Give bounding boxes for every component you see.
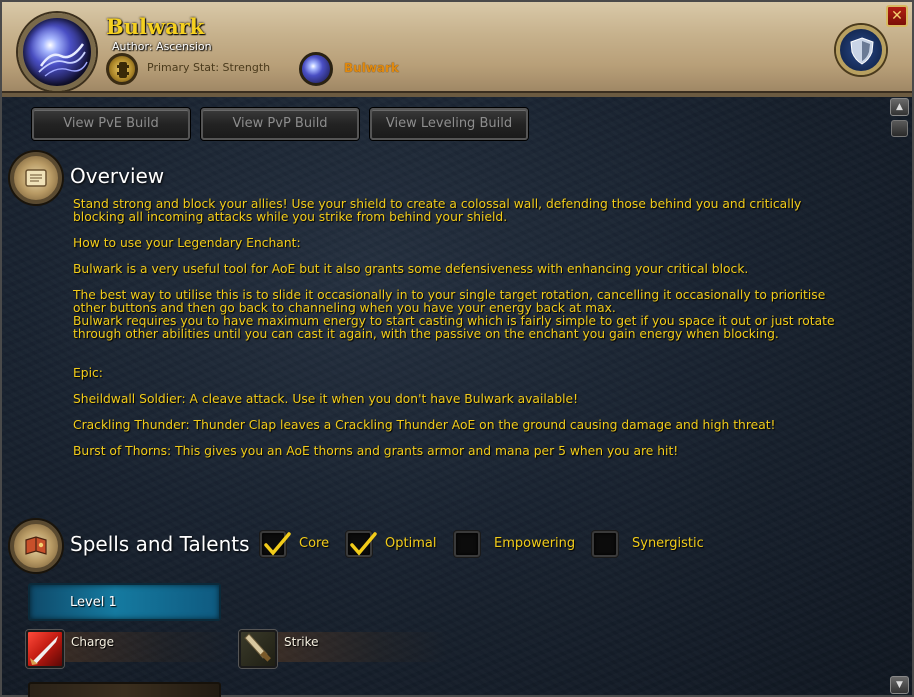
core-filter-label[interactable]: Core (299, 536, 329, 551)
strength-stat-icon (106, 53, 138, 85)
guide-title: Bulwark (106, 14, 205, 39)
overview-paragraph: Stand strong and block your allies! Use … (73, 197, 802, 224)
overview-body: Stand strong and block your allies! Use … (73, 198, 843, 458)
overview-heading: Overview (70, 164, 165, 188)
view-pve-build-button[interactable]: View PvE Build (32, 108, 190, 140)
overview-paragraph: Bulwark requires you to have maximum ene… (73, 314, 835, 341)
close-button[interactable]: ✕ (886, 5, 908, 27)
empowering-filter-checkbox[interactable] (454, 531, 480, 557)
bulwark-talent-icon[interactable] (299, 52, 333, 86)
overview-paragraph: Crackling Thunder: Thunder Clap leaves a… (73, 418, 776, 432)
strike-icon[interactable] (239, 630, 277, 668)
view-pvp-build-button[interactable]: View PvP Build (201, 108, 359, 140)
charge-label[interactable]: Charge (71, 635, 114, 649)
scroll-down-button[interactable]: ▼ (890, 676, 909, 694)
overview-paragraph: The best way to utilise this is to slide… (73, 288, 826, 315)
overview-paragraph: Epic: (73, 366, 103, 380)
empowering-filter-label[interactable]: Empowering (494, 536, 575, 551)
view-leveling-build-button[interactable]: View Leveling Build (370, 108, 528, 140)
level-label: Level 1 (70, 595, 117, 610)
next-level-header[interactable] (28, 682, 221, 697)
core-filter-checkbox[interactable] (260, 531, 291, 557)
synergistic-filter-label[interactable]: Synergistic (632, 536, 704, 551)
spells-and-talents-heading: Spells and Talents (70, 532, 250, 556)
charge-icon[interactable] (26, 630, 64, 668)
bulwark-spell-icon (18, 13, 96, 91)
spellbook-icon (10, 520, 62, 572)
guide-author: Author: Ascension (112, 40, 212, 53)
level-1-header[interactable]: Level 1 (28, 583, 221, 621)
optimal-filter-checkbox[interactable] (346, 531, 377, 557)
optimal-filter-label[interactable]: Optimal (385, 536, 436, 551)
overview-paragraph: How to use your Legendary Enchant: (73, 236, 301, 250)
scrollbar-thumb[interactable] (891, 120, 908, 137)
overview-paragraph: Burst of Thorns: This gives you an AoE t… (73, 444, 679, 458)
guide-header: Bulwark Author: Ascension Primary Stat: … (2, 2, 912, 97)
primary-stat-label: Primary Stat: Strength (147, 61, 271, 74)
overview-paragraph: Sheildwall Soldier: A cleave attack. Use… (73, 392, 579, 406)
strike-label[interactable]: Strike (284, 635, 319, 649)
bulwark-talent-link[interactable]: Bulwark (344, 61, 399, 75)
overview-paragraph: Bulwark is a very useful tool for AoE bu… (73, 262, 749, 276)
shield-emblem-icon (836, 25, 886, 75)
synergistic-filter-checkbox[interactable] (592, 531, 618, 557)
guide-window: Bulwark Author: Ascension Primary Stat: … (0, 0, 914, 697)
scroll-up-button[interactable]: ▲ (890, 98, 909, 116)
scroll-parchment-icon (10, 152, 62, 204)
